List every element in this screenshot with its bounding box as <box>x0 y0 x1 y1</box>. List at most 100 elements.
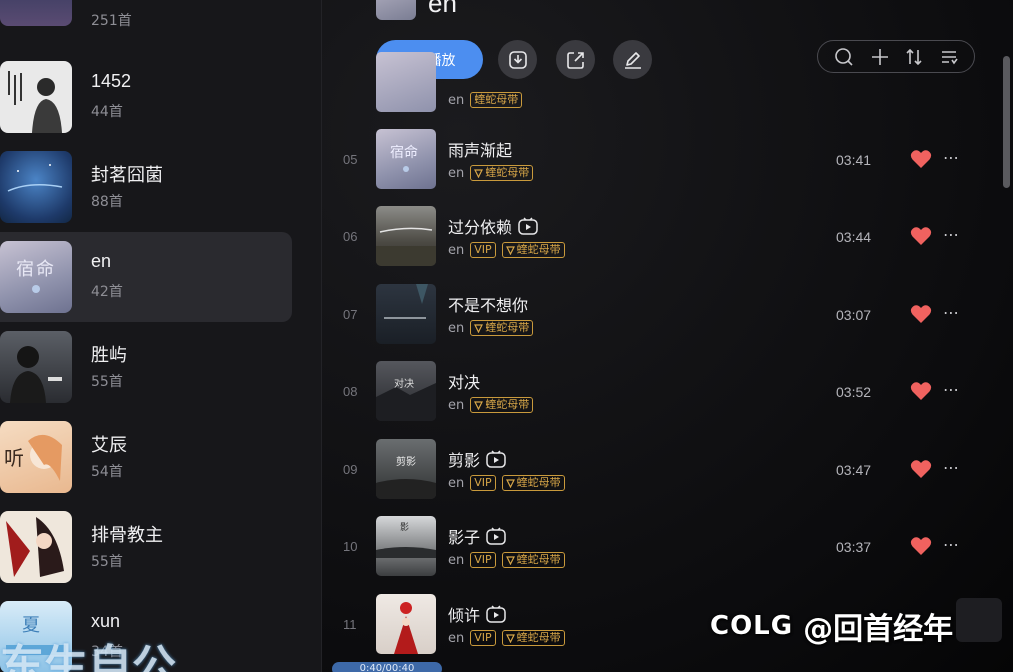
artist-item[interactable]: 封茗囧菌 88首 <box>0 142 292 232</box>
mv-icon[interactable] <box>486 605 506 623</box>
more-options-icon[interactable]: ⋯ <box>943 148 960 167</box>
more-options-icon[interactable]: ⋯ <box>943 303 960 322</box>
song-artist[interactable]: en <box>448 321 464 336</box>
heart-icon[interactable] <box>910 381 932 401</box>
mv-icon[interactable] <box>518 217 538 235</box>
song-duration: 03:47 <box>836 462 872 478</box>
song-title: 雨声渐起 <box>448 137 512 161</box>
svg-text:宿命: 宿命 <box>390 144 418 161</box>
song-row[interactable]: 05 宿命 雨声渐起 en 蝰蛇母带 03:41 ⋯ <box>322 120 982 198</box>
heart-icon[interactable] <box>910 459 932 479</box>
song-row[interactable]: 09 剪影 剪影 en VIP 蝰蛇母带 03:47 ⋯ <box>322 430 982 508</box>
song-row[interactable]: 08 对决 对决 en 蝰蛇母带 03:52 ⋯ <box>322 352 982 430</box>
artist-item[interactable]: 听 艾辰 54首 <box>0 412 292 502</box>
song-duration: 03:07 <box>836 307 872 323</box>
artist-name: 胜屿 <box>91 345 127 365</box>
song-cover: 剪影 <box>376 439 436 499</box>
song-artist[interactable]: en <box>448 476 464 491</box>
song-duration: 03:37 <box>836 539 872 555</box>
song-cover <box>376 594 436 654</box>
cassette-tag-label: 蝰蛇母带 <box>485 398 530 411</box>
heart-icon[interactable] <box>910 226 932 246</box>
song-artist[interactable]: en <box>448 553 464 568</box>
search-icon[interactable] <box>834 47 854 67</box>
cassette-tag: 蝰蛇母带 <box>470 92 523 108</box>
filter-list-icon[interactable] <box>940 48 958 66</box>
playback-time-chip: 0:40/00:40 <box>332 662 442 672</box>
watermark-backdrop <box>956 598 1002 642</box>
song-number: 08 <box>343 384 358 399</box>
song-row[interactable]: 10 影 影子 en VIP 蝰蛇母带 03:37 ⋯ <box>322 507 982 585</box>
vip-tag: VIP <box>470 552 496 568</box>
song-artist[interactable]: en <box>448 166 464 181</box>
playlist-cover <box>376 0 416 20</box>
song-title-text: 剪影 <box>448 451 481 470</box>
cassette-icon <box>505 555 515 565</box>
song-artist[interactable]: en <box>448 398 464 413</box>
song-title: 剪影 <box>448 447 506 471</box>
song-cover: 宿命 <box>376 129 436 189</box>
song-cover: 对决 <box>376 361 436 421</box>
cassette-tag-label: 蝰蛇母带 <box>485 166 530 179</box>
song-meta: en VIP 蝰蛇母带 <box>448 630 565 646</box>
cassette-tag: 蝰蛇母带 <box>470 397 534 413</box>
more-options-icon[interactable]: ⋯ <box>943 225 960 244</box>
artist-avatar <box>0 151 72 223</box>
page-title: en <box>428 0 457 18</box>
cassette-tag-label: 蝰蛇母带 <box>516 476 561 489</box>
cassette-icon <box>505 245 515 255</box>
artist-name: 艾辰 <box>91 435 127 455</box>
song-duration: 03:41 <box>836 152 872 168</box>
heart-icon[interactable] <box>910 149 932 169</box>
song-artist[interactable]: en <box>448 631 464 646</box>
artist-item[interactable]: 胜屿 55首 <box>0 322 292 412</box>
artist-avatar: 听 <box>0 421 72 493</box>
song-number: 09 <box>343 462 358 477</box>
artist-name: xun <box>91 611 121 631</box>
song-meta: en 蝰蛇母带 <box>448 320 534 336</box>
song-title: 不是不想你 <box>448 292 528 316</box>
song-meta: en 蝰蛇母带 <box>448 92 523 108</box>
sort-icon[interactable] <box>905 48 923 66</box>
cassette-tag-label: 蝰蛇母带 <box>516 553 561 566</box>
scrollbar-thumb[interactable] <box>1003 56 1010 188</box>
artist-item[interactable]: 1452 44首 <box>0 52 292 142</box>
artist-item[interactable]: 251首 <box>0 0 292 44</box>
song-meta: en VIP 蝰蛇母带 <box>448 475 565 491</box>
song-title-text: 倾许 <box>448 606 481 625</box>
cassette-icon <box>474 168 484 178</box>
mv-icon[interactable] <box>486 527 506 545</box>
watermark-logo: COLG <box>710 611 794 641</box>
song-row[interactable]: 06 过分依赖 en VIP 蝰蛇母带 03:44 ⋯ <box>322 197 982 275</box>
cassette-icon <box>474 323 484 333</box>
song-meta: en 蝰蛇母带 <box>448 165 534 181</box>
heart-icon[interactable] <box>910 304 932 324</box>
more-options-icon[interactable]: ⋯ <box>943 535 960 554</box>
add-icon[interactable] <box>871 48 889 66</box>
more-options-icon[interactable]: ⋯ <box>943 380 960 399</box>
download-icon <box>508 50 527 69</box>
song-title-text: 影子 <box>448 528 481 547</box>
cassette-tag: 蝰蛇母带 <box>470 320 534 336</box>
cassette-icon <box>505 633 515 643</box>
song-cover <box>376 206 436 266</box>
vip-tag: VIP <box>470 630 496 646</box>
song-title: 过分依赖 <box>448 214 538 238</box>
song-artist[interactable]: en <box>448 243 464 258</box>
artist-avatar <box>0 61 72 133</box>
heart-icon[interactable] <box>910 536 932 556</box>
more-options-icon[interactable]: ⋯ <box>943 458 960 477</box>
artist-avatar <box>0 511 72 583</box>
artist-name: en <box>91 251 112 271</box>
mv-icon[interactable] <box>486 450 506 468</box>
song-title-text: 不是不想你 <box>448 296 529 315</box>
artist-item[interactable]: 排骨教主 55首 <box>0 502 292 592</box>
song-title-text: 雨声渐起 <box>448 141 513 160</box>
svg-text:影: 影 <box>400 522 409 533</box>
song-row[interactable]: 07 不是不想你 en 蝰蛇母带 03:07 ⋯ <box>322 275 982 353</box>
song-title-text: 过分依赖 <box>448 218 513 237</box>
song-duration: 03:52 <box>836 384 872 400</box>
song-artist: en <box>448 92 465 108</box>
artist-item-active[interactable]: 宿 命 en 42首 <box>0 232 292 322</box>
list-toolbar <box>817 40 975 73</box>
